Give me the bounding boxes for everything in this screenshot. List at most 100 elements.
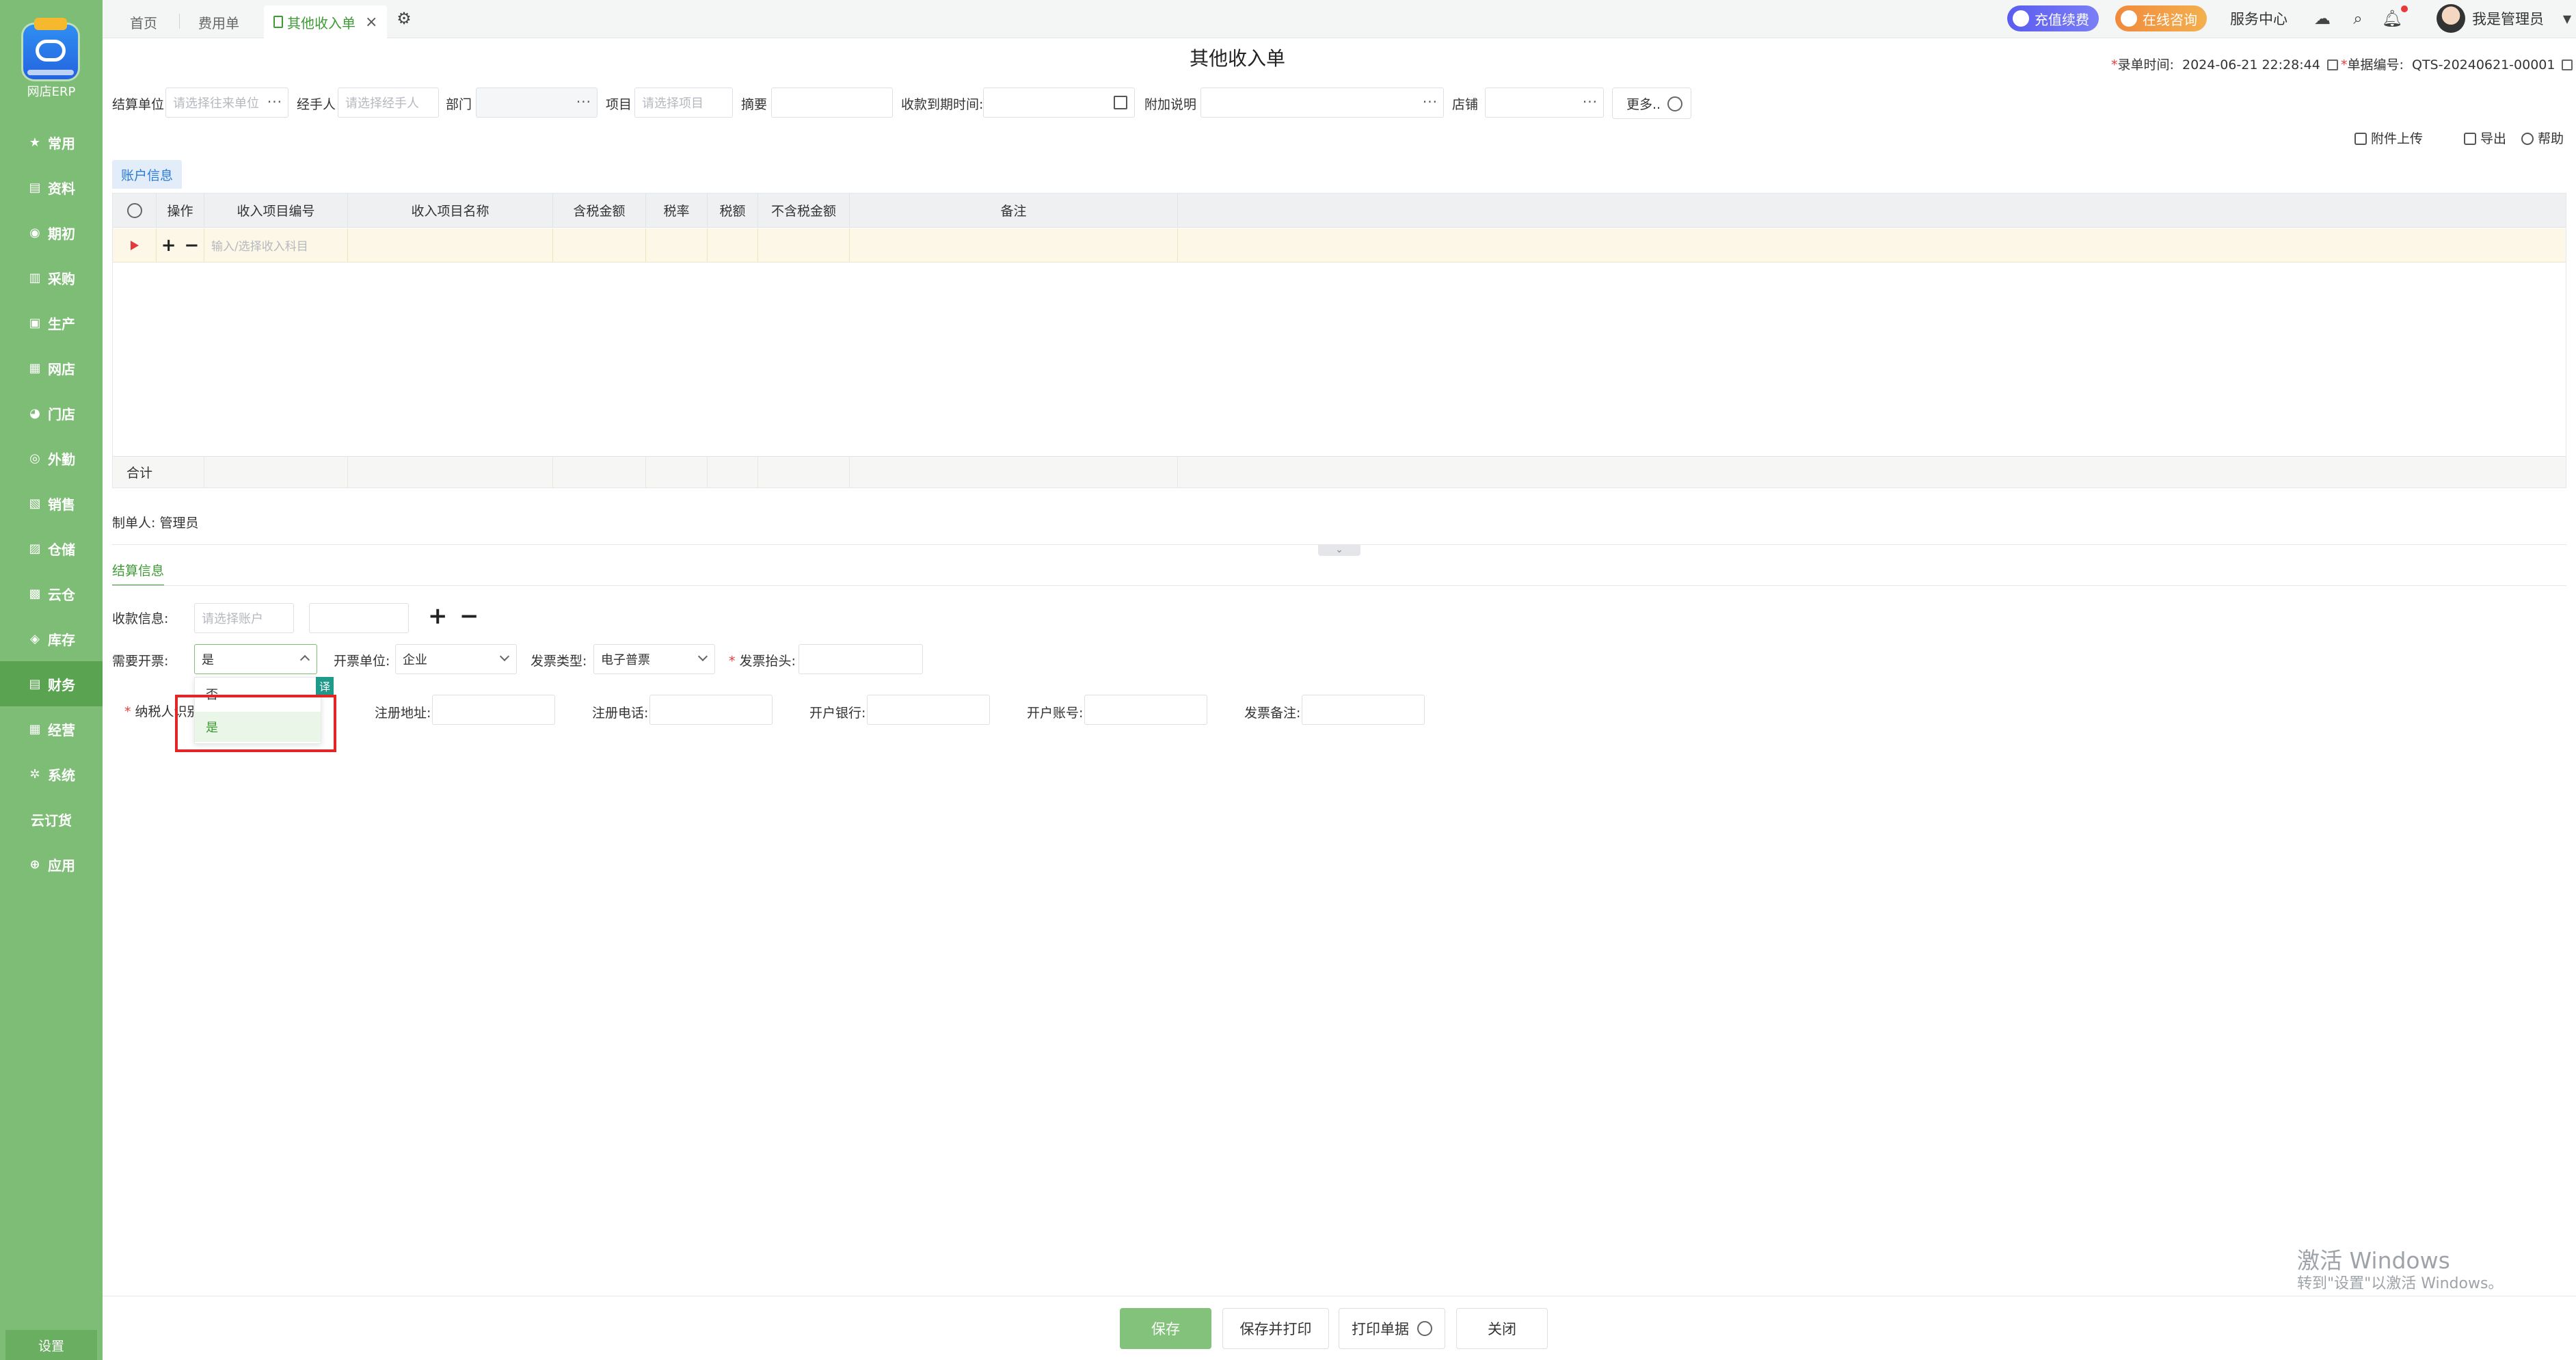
bank-account-input[interactable] xyxy=(1084,695,1207,725)
more-button[interactable]: 更多.. xyxy=(1612,88,1691,119)
sidebar-item-1[interactable]: ▤ 资料 xyxy=(0,165,103,210)
bell-icon[interactable]: 🔔︎ xyxy=(2380,7,2404,30)
bank-input[interactable] xyxy=(867,695,990,725)
more-dots-icon[interactable]: ··· xyxy=(1583,94,1598,110)
export-link[interactable]: 导出 xyxy=(2464,129,2506,147)
search-icon[interactable]: ⌕ xyxy=(2346,7,2370,30)
coin-icon xyxy=(2013,10,2029,27)
plus-icon[interactable]: + xyxy=(161,235,176,256)
tax-incl-amount-cell[interactable] xyxy=(553,228,646,262)
recharge-button[interactable]: 充值续费 xyxy=(2007,5,2099,31)
sidebar-item-6[interactable]: ◕ 门店 xyxy=(0,390,103,436)
calendar-icon[interactable] xyxy=(1114,96,1127,109)
account-info-tab[interactable]: 账户信息 xyxy=(112,160,182,189)
sidebar-item-label: 门店 xyxy=(48,405,75,423)
add-account-icon[interactable]: + xyxy=(428,604,448,628)
service-center-link[interactable]: 服务中心 xyxy=(2230,8,2287,29)
account-select[interactable]: 请选择账户 xyxy=(194,603,294,633)
tab-settings-gear-icon[interactable]: ⚙ xyxy=(392,7,416,30)
sidebar-item-0[interactable]: ★ 常用 xyxy=(0,120,103,165)
sidebar-item-14[interactable]: ✲ 系统 xyxy=(0,751,103,797)
more-dots-icon[interactable]: ··· xyxy=(576,94,591,110)
user-name[interactable]: 我是管理员 xyxy=(2472,8,2544,29)
sidebar-item-11[interactable]: ◈ 库存 xyxy=(0,616,103,661)
sidebar-item-9[interactable]: ▨ 仓储 xyxy=(0,526,103,571)
column-header: 收入项目编号 xyxy=(204,194,348,227)
column-header: 税额 xyxy=(708,194,758,227)
close-icon[interactable]: × xyxy=(365,14,377,31)
tab-expense[interactable]: 费用单 xyxy=(198,5,239,38)
sidebar-item-5[interactable]: ▦ 网店 xyxy=(0,345,103,390)
sidebar-item-10[interactable]: ▩ 云仓 xyxy=(0,571,103,616)
project-label: 项目 xyxy=(606,97,632,112)
amount-input[interactable] xyxy=(309,603,409,633)
save-and-print-button[interactable]: 保存并打印 xyxy=(1222,1308,1329,1349)
settlement-info-tab[interactable]: 结算信息 xyxy=(112,561,165,586)
cloud-icon[interactable]: ☁ xyxy=(2311,7,2334,30)
logo-icon xyxy=(23,18,78,79)
tax-rate-cell[interactable] xyxy=(646,228,708,262)
income-item-input[interactable]: 输入/选择收入科目 xyxy=(204,228,348,262)
sidebar-item-12[interactable]: ▤ 财务 xyxy=(0,661,103,706)
due-time-label: 收款到期时间: xyxy=(901,97,984,112)
gear-icon[interactable] xyxy=(1417,1321,1432,1336)
invoice-remark-input[interactable] xyxy=(1302,695,1425,725)
store-icon: ◕ xyxy=(29,405,40,421)
settle-unit-input[interactable]: 请选择往来单位 ··· xyxy=(165,88,289,118)
due-time-input[interactable] xyxy=(983,88,1135,118)
sidebar-item-4[interactable]: ▣ 生产 xyxy=(0,300,103,345)
help-link[interactable]: 帮助 xyxy=(2521,129,2564,147)
tab-home[interactable]: 首页 xyxy=(130,5,157,38)
sidebar-item-16[interactable]: ⊕ 应用 xyxy=(0,842,103,887)
bank-label: 开户银行: xyxy=(809,706,866,721)
reg-phone-input[interactable] xyxy=(649,695,773,725)
handler-input[interactable]: 请选择经手人 xyxy=(338,88,439,118)
notification-dot xyxy=(2401,5,2408,12)
online-consult-button[interactable]: 在线咨询 xyxy=(2115,5,2207,31)
translate-icon[interactable]: 译 xyxy=(316,677,334,695)
invoice-unit-select[interactable]: 企业 xyxy=(395,644,517,674)
collapse-chevron-icon[interactable]: ⌄ xyxy=(1318,545,1360,556)
sidebar-item-2[interactable]: ◉ 期初 xyxy=(0,210,103,255)
invoice-type-select[interactable]: 电子普票 xyxy=(593,644,715,674)
income-name-cell[interactable] xyxy=(348,228,553,262)
sidebar-item-label: 销售 xyxy=(48,496,75,513)
edit-icon[interactable] xyxy=(2562,59,2573,70)
sidebar-item-15[interactable]: 云订货 xyxy=(0,797,103,842)
remark-cell[interactable] xyxy=(850,228,1178,262)
sidebar-item-7[interactable]: ◎ 外勤 xyxy=(0,436,103,481)
grid-settings[interactable] xyxy=(113,194,157,227)
settlement-divider xyxy=(112,585,2566,586)
sidebar-item-3[interactable]: ▥ 采购 xyxy=(0,255,103,300)
summary-input[interactable] xyxy=(771,88,893,118)
edit-icon[interactable] xyxy=(2326,59,2338,70)
shop-icon: ▦ xyxy=(29,360,41,375)
avatar[interactable] xyxy=(2437,4,2465,33)
sidebar-item-8[interactable]: ▧ 销售 xyxy=(0,481,103,526)
more-dots-icon[interactable]: ··· xyxy=(1423,94,1438,110)
tax-amount-cell[interactable] xyxy=(708,228,758,262)
extra-note-input[interactable]: ··· xyxy=(1200,88,1444,118)
dept-input[interactable]: ··· xyxy=(476,88,598,118)
settings-button[interactable]: 设置 xyxy=(5,1330,97,1360)
reg-address-input[interactable] xyxy=(432,695,555,725)
close-button[interactable]: 关闭 xyxy=(1456,1308,1548,1349)
attachment-upload-link[interactable]: 附件上传 xyxy=(2354,129,2423,147)
more-dots-icon[interactable]: ··· xyxy=(267,94,282,110)
sidebar-item-label: 外勤 xyxy=(48,451,75,468)
grid-header: 操作 收入项目编号 收入项目名称 含税金额 税率 税额 不含税金额 备注 xyxy=(113,194,2566,228)
need-invoice-select[interactable]: 是 xyxy=(194,644,317,674)
project-input[interactable]: 请选择项目 xyxy=(634,88,733,118)
row-actions: + − xyxy=(157,228,204,262)
tab-other-income[interactable]: 其他收入单 × xyxy=(264,5,388,38)
remove-account-icon[interactable]: − xyxy=(459,604,479,628)
tax-excl-amount-cell[interactable] xyxy=(758,228,850,262)
save-button[interactable]: 保存 xyxy=(1120,1308,1211,1349)
minus-icon[interactable]: − xyxy=(185,235,200,256)
sidebar-item-13[interactable]: ▦ 经营 xyxy=(0,706,103,751)
topbar: 首页 费用单 其他收入单 × ⚙ 充值续费 在线咨询 服务中心 ☁ ⌕ 🔔︎ 我… xyxy=(103,0,2576,38)
invoice-title-input[interactable] xyxy=(799,644,923,674)
chevron-down-icon[interactable]: ▼ xyxy=(2555,7,2576,30)
print-document-button[interactable]: 打印单据 xyxy=(1339,1308,1445,1349)
store-input[interactable]: ··· xyxy=(1485,88,1604,118)
